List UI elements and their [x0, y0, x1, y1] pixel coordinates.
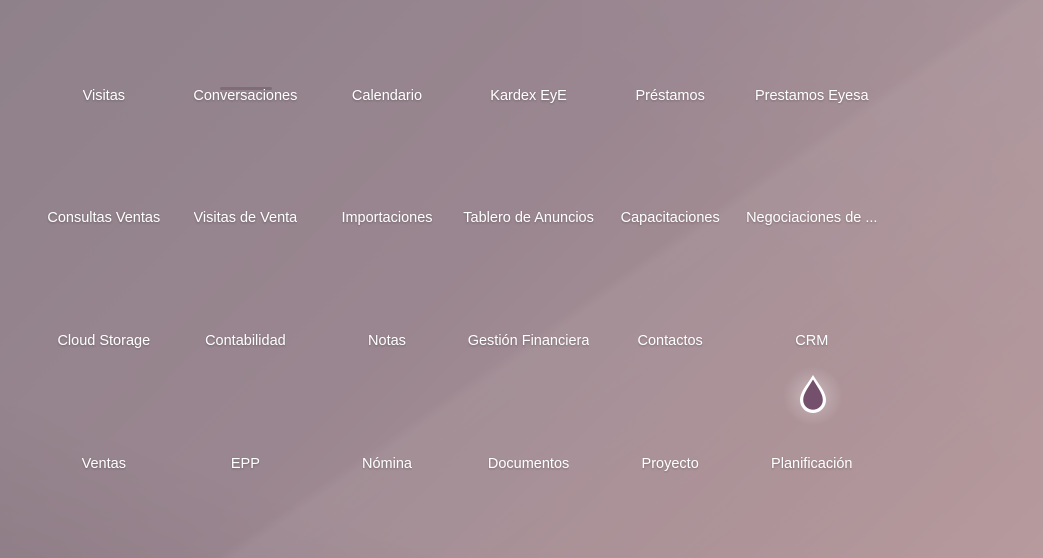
app-tile-capacitaciones[interactable]: Capacitaciones	[599, 163, 741, 286]
app-tile-prestamos[interactable]: Préstamos	[599, 40, 741, 163]
app-tile-kardex-eye[interactable]: Kardex EyE	[458, 40, 600, 163]
app-label: Contabilidad	[205, 333, 286, 350]
app-tile-epp[interactable]: EPP	[175, 408, 317, 531]
app-tile-contabilidad[interactable]: Contabilidad	[175, 285, 317, 408]
app-tile-visitas-de-venta[interactable]: Visitas de Venta	[175, 163, 317, 286]
app-label: Kardex EyE	[490, 87, 567, 104]
app-label: CRM	[795, 333, 829, 350]
app-tile-gestion-financiera[interactable]: Gestión Financiera	[458, 285, 600, 408]
app-tile-consultas-ventas[interactable]: Consultas Ventas	[33, 163, 175, 286]
app-tile-ventas[interactable]: Ventas	[33, 408, 175, 531]
drop-cursor-icon	[800, 375, 826, 413]
app-tile-nomina[interactable]: Nómina	[316, 408, 458, 531]
app-tile-tablero-de-anuncios[interactable]: Tablero de Anuncios	[458, 163, 600, 286]
app-label: Notas	[368, 333, 406, 350]
app-label: Proyecto	[641, 455, 699, 472]
app-tile-prestamos-eyesa[interactable]: Prestamos Eyesa	[741, 40, 883, 163]
app-label: Visitas de Venta	[193, 210, 298, 227]
app-tile-negociaciones[interactable]: Negociaciones de ...	[741, 163, 883, 286]
app-label: Importaciones	[341, 210, 433, 227]
app-tile-proyecto[interactable]: Proyecto	[599, 408, 741, 531]
app-grid: Visitas Conversaciones Calendario Kardex…	[33, 40, 883, 531]
app-label: Conversaciones	[193, 87, 298, 104]
app-label: Calendario	[351, 87, 423, 104]
app-label: Ventas	[81, 455, 126, 472]
app-label: EPP	[230, 455, 260, 472]
app-label: Consultas Ventas	[47, 210, 161, 227]
app-tile-contactos[interactable]: Contactos	[599, 285, 741, 408]
app-tile-conversaciones[interactable]: Conversaciones	[175, 40, 317, 163]
app-tile-importaciones[interactable]: Importaciones	[316, 163, 458, 286]
app-tile-calendario[interactable]: Calendario	[316, 40, 458, 163]
app-label: Contactos	[637, 333, 703, 350]
app-label: Capacitaciones	[620, 210, 720, 227]
app-label: Gestión Financiera	[467, 333, 590, 350]
app-tile-notas[interactable]: Notas	[316, 285, 458, 408]
app-label: Nómina	[362, 455, 412, 472]
app-label: Cloud Storage	[57, 333, 151, 350]
app-tile-planificacion[interactable]: Planificación	[741, 408, 883, 531]
app-tile-cloud-storage[interactable]: Cloud Storage	[33, 285, 175, 408]
app-label: Tablero de Anuncios	[463, 210, 594, 227]
app-label: Negociaciones de ...	[746, 210, 878, 227]
app-label: Prestamos Eyesa	[754, 87, 869, 104]
app-tile-documentos[interactable]: Documentos	[458, 408, 600, 531]
app-label: Planificación	[771, 455, 853, 472]
app-label: Documentos	[487, 455, 570, 472]
app-label: Visitas	[82, 87, 126, 104]
app-label: Préstamos	[635, 87, 705, 104]
app-tile-visitas[interactable]: Visitas	[33, 40, 175, 163]
